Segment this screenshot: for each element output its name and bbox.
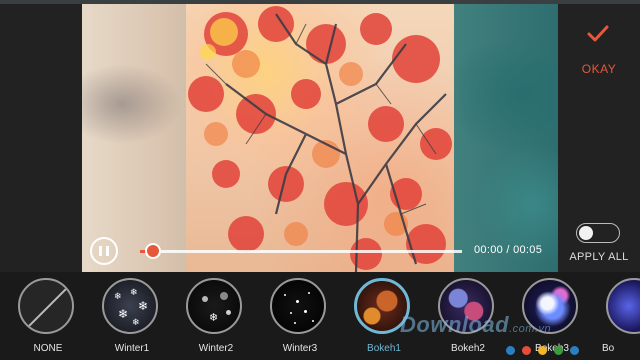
filter-none[interactable]: NONE: [12, 276, 84, 360]
bokeh-icon: [606, 278, 640, 334]
time-readout: 00:00 / 00:05: [474, 244, 543, 256]
checkmark-icon[interactable]: [586, 22, 610, 46]
filter-label: Bokeh1: [367, 343, 401, 354]
apply-all-label: APPLY ALL: [569, 251, 629, 263]
video-preview[interactable]: [82, 4, 558, 272]
watermark-dots: [506, 346, 626, 356]
watermark-dot: [538, 346, 547, 355]
watermark-dot: [522, 346, 531, 355]
snowflake-icon: ❄ ❄ ❄ ❄ ❄: [102, 278, 158, 334]
filter-winter3[interactable]: Winter3: [264, 276, 336, 360]
okay-button[interactable]: OKAY: [558, 62, 640, 76]
none-slash-icon: [18, 278, 74, 334]
pause-button[interactable]: [90, 237, 118, 265]
watermark-dot: [554, 346, 563, 355]
filter-winter2[interactable]: ❄ Winter2: [180, 276, 252, 360]
apply-all-toggle[interactable]: [576, 223, 620, 243]
watermark-dot: [570, 346, 579, 355]
toggle-knob: [579, 226, 593, 240]
preview-photo: [186, 4, 454, 272]
watermark-dot: [506, 346, 515, 355]
filter-label: Winter2: [198, 343, 234, 354]
snow-dots-icon: [270, 278, 326, 334]
seek-bar[interactable]: [140, 250, 462, 253]
seek-handle[interactable]: [144, 243, 161, 259]
filter-label: NONE: [33, 343, 63, 354]
video-filter-editor: 00:00 / 00:05 OKAY APPLY ALL NONE ❄ ❄ ❄ …: [0, 0, 640, 360]
filter-winter1[interactable]: ❄ ❄ ❄ ❄ ❄ Winter1: [96, 276, 168, 360]
left-panel: [0, 4, 82, 272]
filter-label: Winter1: [114, 343, 150, 354]
filter-label: Winter3: [282, 343, 318, 354]
snowflake-icon: ❄: [186, 278, 242, 334]
watermark: Download.com.vn: [400, 312, 552, 337]
pause-icon: [99, 246, 102, 256]
filter-label: Bokeh2: [451, 343, 485, 354]
